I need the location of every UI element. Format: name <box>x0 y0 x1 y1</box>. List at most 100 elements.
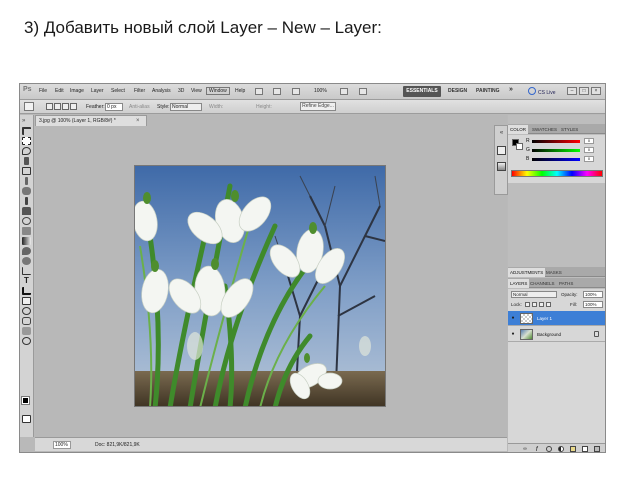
menu-view[interactable]: View <box>191 88 202 94</box>
zoom-level[interactable]: 100% <box>314 88 327 94</box>
channel-b-value[interactable]: 0 <box>584 156 594 162</box>
feather-input[interactable]: 0 px <box>105 103 123 111</box>
rectangle-tool-icon[interactable] <box>22 297 31 305</box>
new-layer-icon[interactable] <box>582 446 588 452</box>
tab-masks[interactable]: MASKS <box>544 268 564 277</box>
arrange-documents-icon[interactable] <box>340 88 348 95</box>
lock-image-icon[interactable] <box>532 302 537 307</box>
3d-rotate-tool-icon[interactable] <box>22 307 31 315</box>
menu-analysis[interactable]: Analysis <box>152 88 171 94</box>
eraser-tool-icon[interactable] <box>22 227 31 235</box>
document-size-info[interactable]: Doc: 821,9K/821,9K <box>95 442 140 448</box>
subtract-selection-icon[interactable] <box>62 103 69 110</box>
marquee-preset-icon[interactable] <box>24 102 34 111</box>
tab-swatches[interactable]: SWATCHES <box>530 125 559 134</box>
menu-help[interactable]: Help <box>235 88 245 94</box>
crop-tool-icon[interactable] <box>22 167 31 175</box>
menu-layer[interactable]: Layer <box>91 88 104 94</box>
rect-marquee-tool-icon[interactable] <box>22 137 31 145</box>
history-panel-icon[interactable] <box>497 146 506 155</box>
new-group-folder-icon[interactable] <box>570 446 576 452</box>
blur-tool-icon[interactable] <box>22 247 31 255</box>
tab-color[interactable]: COLOR <box>508 125 529 134</box>
3d-orbit-tool-icon[interactable] <box>22 317 31 325</box>
workspace-painting[interactable]: PAINTING <box>476 88 500 94</box>
lock-position-icon[interactable] <box>539 302 544 307</box>
menu-window[interactable]: Window <box>206 87 230 95</box>
history-brush-tool-icon[interactable] <box>22 217 31 225</box>
collapse-dock-icon[interactable]: « <box>497 129 506 138</box>
add-mask-icon[interactable] <box>546 446 552 452</box>
channel-r-value[interactable]: 0 <box>584 138 594 144</box>
channel-b-slider[interactable] <box>532 158 580 161</box>
channel-g-value[interactable]: 0 <box>584 147 594 153</box>
lock-transparent-icon[interactable] <box>525 302 530 307</box>
clone-stamp-tool-icon[interactable] <box>22 207 31 215</box>
tab-styles[interactable]: STYLES <box>559 125 580 134</box>
close-window-button[interactable]: × <box>591 87 601 95</box>
dodge-tool-icon[interactable] <box>22 257 31 265</box>
layer-row-background[interactable]: ● Background <box>508 327 605 342</box>
workspace-essentials[interactable]: ESSENTIALS <box>403 86 441 97</box>
minimize-button[interactable]: – <box>567 87 577 95</box>
menu-select[interactable]: Select <box>111 88 125 94</box>
layer-name[interactable]: Layer 1 <box>537 316 552 321</box>
visibility-eye-icon[interactable]: ● <box>510 315 516 321</box>
menu-file[interactable]: File <box>39 88 47 94</box>
color-bg-swatch[interactable] <box>516 143 523 150</box>
actions-panel-icon[interactable] <box>497 162 506 171</box>
close-document-icon[interactable]: × <box>136 116 140 126</box>
intersect-selection-icon[interactable] <box>70 103 77 110</box>
trash-icon[interactable] <box>594 446 600 452</box>
new-selection-icon[interactable] <box>46 103 53 110</box>
mini-bridge-icon[interactable] <box>273 88 281 95</box>
more-workspaces-icon[interactable]: » <box>509 86 513 93</box>
tab-layers[interactable]: LAYERS <box>508 279 530 288</box>
lock-all-icon[interactable] <box>546 302 551 307</box>
blend-mode-select[interactable]: Normal <box>511 291 557 298</box>
refine-edge-button[interactable]: Refine Edge... <box>300 102 336 111</box>
status-zoom-input[interactable]: 100% <box>53 441 71 449</box>
maximize-button[interactable]: □ <box>579 87 589 95</box>
gradient-tool-icon[interactable] <box>22 237 31 245</box>
document-tab[interactable]: 3.jpg @ 100% (Layer 1, RGB/8#) * × <box>35 115 147 126</box>
bridge-icon[interactable] <box>255 88 263 95</box>
channel-r-slider[interactable] <box>532 140 580 143</box>
tab-paths[interactable]: PATHS <box>557 279 575 288</box>
hand-tool-icon-2[interactable] <box>22 327 31 335</box>
layer-name[interactable]: Background <box>537 332 561 337</box>
type-tool-icon[interactable]: T <box>22 277 31 285</box>
menu-image[interactable]: Image <box>70 88 84 94</box>
eyedropper-tool-icon[interactable] <box>25 177 28 185</box>
healing-brush-tool-icon[interactable] <box>22 187 31 195</box>
fx-icon[interactable]: ƒ <box>534 446 540 452</box>
pen-tool-icon[interactable] <box>22 267 31 275</box>
lasso-tool-icon[interactable] <box>22 147 31 155</box>
menu-3d[interactable]: 3D <box>178 88 184 94</box>
style-select[interactable]: Normal <box>170 103 202 111</box>
screen-mode-icon[interactable] <box>359 88 367 95</box>
foreground-color-swatch[interactable] <box>21 396 30 405</box>
anti-alias-checkbox[interactable]: Anti-alias <box>129 104 150 110</box>
collapse-tools-icon[interactable]: » <box>22 117 31 125</box>
hand-tool-icon[interactable] <box>292 88 300 95</box>
link-layers-icon[interactable]: ∞ <box>522 446 528 452</box>
tab-adjustments[interactable]: ADJUSTMENTS <box>508 268 546 277</box>
brush-tool-icon[interactable] <box>25 197 28 205</box>
adjustment-layer-icon[interactable] <box>558 446 564 452</box>
zoom-tool-icon[interactable] <box>22 337 31 345</box>
workspace-design[interactable]: DESIGN <box>448 88 467 94</box>
channel-g-slider[interactable] <box>532 149 580 152</box>
cs-live-button[interactable]: CS Live <box>528 87 556 96</box>
layer-row-layer-1[interactable]: ● Layer 1 <box>508 311 605 326</box>
menu-filter[interactable]: Filter <box>134 88 145 94</box>
menu-edit[interactable]: Edit <box>55 88 64 94</box>
fill-input[interactable]: 100% <box>583 301 603 308</box>
opacity-input[interactable]: 100% <box>583 291 603 298</box>
path-selection-tool-icon[interactable] <box>22 287 31 295</box>
tab-channels[interactable]: CHANNELS <box>528 279 557 288</box>
visibility-eye-icon[interactable]: ● <box>510 331 516 337</box>
quick-mask-icon[interactable] <box>22 415 31 423</box>
add-selection-icon[interactable] <box>54 103 61 110</box>
image-canvas[interactable] <box>134 165 386 407</box>
